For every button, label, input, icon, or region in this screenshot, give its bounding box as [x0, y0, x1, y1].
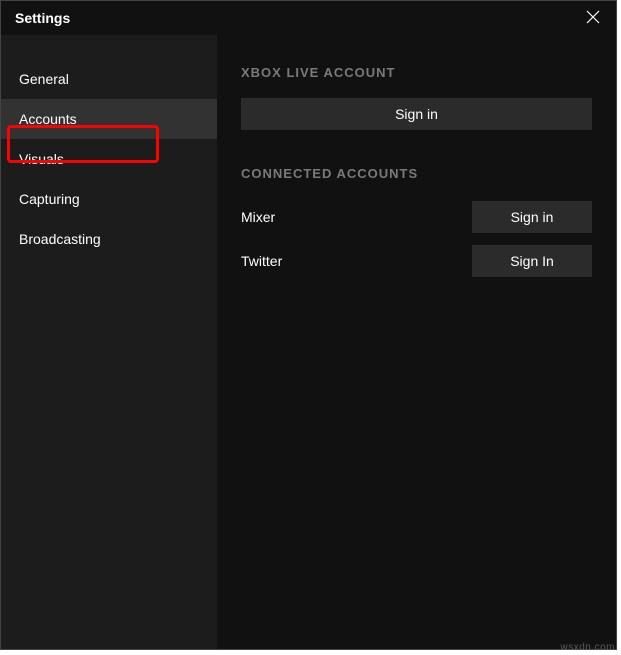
sidebar-item-accounts[interactable]: Accounts — [1, 99, 217, 139]
connected-account-row: Mixer Sign in — [241, 199, 592, 235]
sidebar-item-broadcasting[interactable]: Broadcasting — [1, 219, 217, 259]
sidebar: General Accounts Visuals Capturing Broad… — [1, 35, 217, 649]
sidebar-item-label: Visuals — [19, 151, 64, 167]
sidebar-item-label: Capturing — [19, 191, 80, 207]
window-body: General Accounts Visuals Capturing Broad… — [1, 35, 616, 649]
connected-account-row: Twitter Sign In — [241, 243, 592, 279]
sidebar-item-general[interactable]: General — [1, 59, 217, 99]
settings-window: Settings General Accounts Visuals Captur… — [0, 0, 617, 650]
xbox-signin-button[interactable]: Sign in — [241, 98, 592, 130]
titlebar: Settings — [1, 1, 616, 35]
sidebar-item-label: General — [19, 71, 69, 87]
close-icon[interactable] — [586, 10, 602, 26]
connected-section-heading: CONNECTED ACCOUNTS — [241, 166, 592, 181]
connected-account-name: Twitter — [241, 253, 282, 269]
sidebar-item-capturing[interactable]: Capturing — [1, 179, 217, 219]
sidebar-item-label: Accounts — [19, 111, 77, 127]
content-pane: XBOX LIVE ACCOUNT Sign in CONNECTED ACCO… — [217, 35, 616, 649]
twitter-signin-button[interactable]: Sign In — [472, 245, 592, 277]
sidebar-item-visuals[interactable]: Visuals — [1, 139, 217, 179]
window-title: Settings — [15, 10, 70, 26]
mixer-signin-button[interactable]: Sign in — [472, 201, 592, 233]
sidebar-item-label: Broadcasting — [19, 231, 101, 247]
xbox-section-heading: XBOX LIVE ACCOUNT — [241, 65, 592, 80]
connected-account-name: Mixer — [241, 209, 275, 225]
